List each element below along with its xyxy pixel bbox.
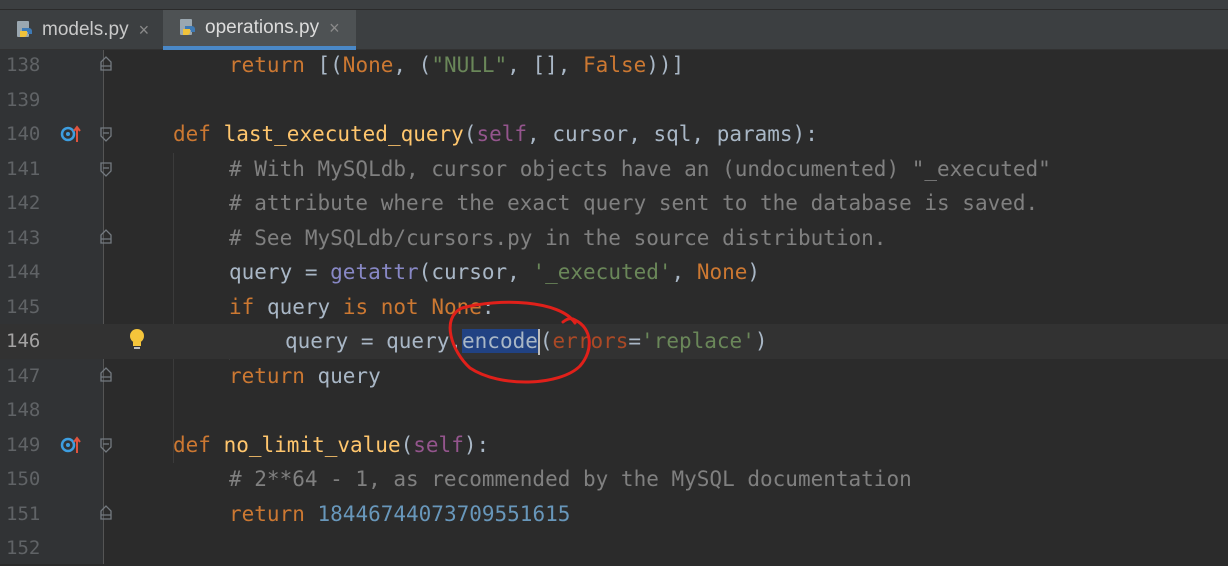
red-annotation-circle	[448, 300, 591, 384]
